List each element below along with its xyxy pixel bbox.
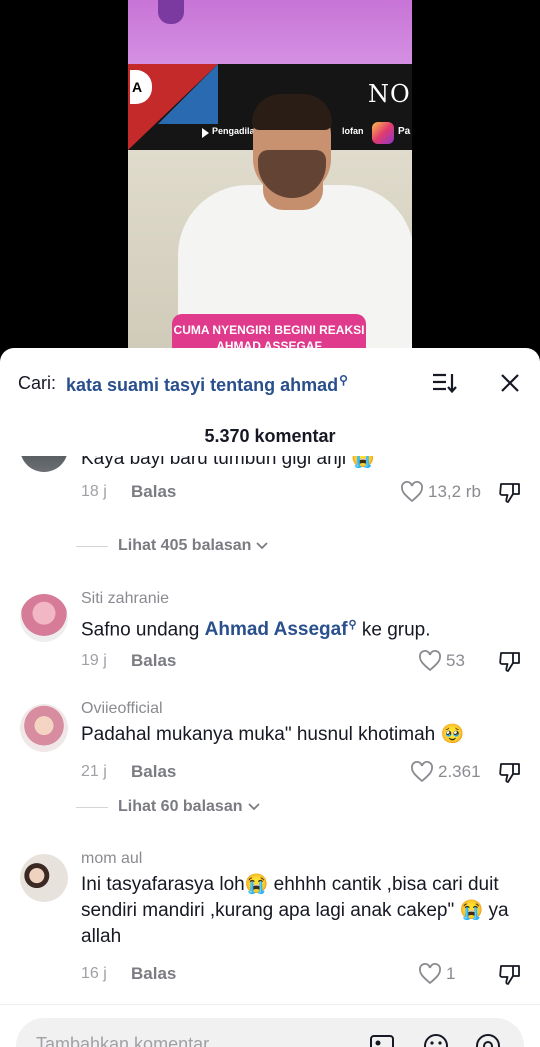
image-icon[interactable] [368,1032,396,1047]
video-player[interactable]: A NO Pengadila lofan Pa CUMA NYENGIR! BE… [0,0,540,360]
heart-icon [419,963,441,985]
banner-tag-mid: lofan [342,126,364,136]
like-button[interactable]: 1 [418,962,455,986]
search-icon: ⚲ [348,619,357,631]
like-button[interactable]: 13,2 rb [400,480,481,504]
dislike-icon[interactable] [498,649,522,673]
comment-time: 18 j [81,483,107,500]
comment-text: Padahal mukanya muka" husnul khotimah 🥹 [81,724,465,745]
reply-button[interactable]: Balas [131,964,176,984]
dislike-icon[interactable] [498,760,522,784]
comments-count: 5.370 komentar [204,426,336,446]
like-count: 2.361 [438,762,481,781]
like-count: 13,2 rb [428,482,481,501]
comments-sheet: Cari: kata suami tasyi tentang ahmad⚲ 5.… [0,348,540,1047]
reply-button[interactable]: Balas [131,482,176,502]
avatar[interactable] [20,704,68,752]
banner-text: NO [368,80,411,108]
avatar[interactable] [20,456,68,472]
heart-icon [401,481,423,503]
video-frame: A NO Pengadila lofan Pa CUMA NYENGIR! BE… [128,0,412,360]
banner-tag-left: Pengadila [212,126,255,136]
comment-text: Kaya bayi baru tumbuh gigi anji 😭 [81,456,376,469]
emoji-icon[interactable] [422,1032,450,1047]
channel-logo [158,0,184,24]
chevron-down-icon [247,803,260,811]
close-icon[interactable] [498,371,522,395]
mention-link[interactable]: Ahmad Assegaf⚲ [205,619,357,640]
instagram-icon [372,122,394,144]
search-term-link[interactable]: kata suami tasyi tentang ahmad⚲ [66,373,348,396]
comment-time: 21 j [81,763,107,780]
like-button[interactable]: 2.361 [410,760,481,784]
reply-button[interactable]: Balas [131,651,176,671]
comment-input[interactable]: Tambahkan komentar... [16,1018,524,1047]
chevron-down-icon [256,542,269,550]
comment-text: Safno undang Ahmad Assegaf⚲ ke grup. [81,619,431,641]
heart-icon [419,650,441,672]
comment-username[interactable]: Oviieofficial [81,700,163,718]
heart-icon [411,761,433,783]
divider [0,1004,540,1005]
like-count: 53 [446,651,465,670]
search-icon: ⚲ [339,373,348,387]
sort-icon[interactable] [432,372,458,394]
view-replies-button[interactable]: Lihat 60 balasan [76,797,260,817]
like-count: 1 [446,964,456,983]
like-button[interactable]: 53 [418,649,465,673]
comment-text: Ini tasyafarasya loh😭 ehhhh cantik ,bisa… [81,874,509,947]
view-replies-button[interactable]: Lihat 405 balasan [76,536,269,556]
reply-button[interactable]: Balas [131,762,176,782]
comments-list[interactable]: Kaya bayi baru tumbuh gigi anji 😭 18 j B… [0,456,540,1004]
search-row: Cari: kata suami tasyi tentang ahmad⚲ [0,348,540,418]
comment-username[interactable]: Siti zahranie [81,590,169,608]
comment-username[interactable]: mom aul [81,850,142,868]
at-icon[interactable] [474,1032,502,1047]
avatar[interactable] [20,594,68,642]
comment-input-placeholder: Tambahkan komentar... [36,1034,224,1047]
search-label: Cari: [18,373,57,393]
comment-time: 19 j [81,652,107,669]
dislike-icon[interactable] [498,480,522,504]
banner-tag-right: Pa [398,126,411,137]
avatar[interactable] [20,854,68,902]
comment-time: 16 j [81,965,107,982]
dislike-icon[interactable] [498,962,522,986]
play-icon [202,128,209,138]
